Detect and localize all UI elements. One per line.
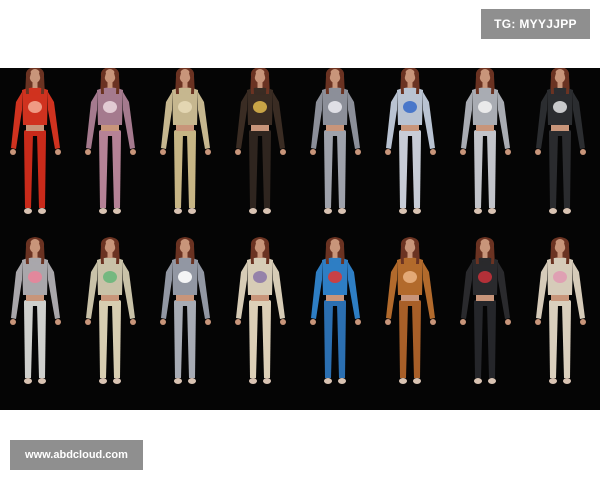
character-figure (235, 68, 286, 214)
character-figure (385, 237, 436, 384)
character-figure (10, 68, 61, 214)
character-figure (460, 68, 511, 214)
outfit-grid (10, 68, 586, 384)
character-figure (535, 68, 586, 214)
website-watermark: www.abdcloud.com (10, 440, 143, 470)
character-figure (10, 237, 61, 384)
outfit-grid-image (0, 68, 600, 410)
character-figure (85, 68, 136, 214)
character-figure (85, 237, 136, 384)
character-figure (310, 68, 361, 214)
character-figure (385, 68, 436, 214)
character-figure (160, 237, 211, 384)
character-figure (535, 237, 586, 384)
character-figure (310, 237, 361, 384)
character-figure (460, 237, 511, 384)
telegram-tag: TG: MYYJJPP (481, 9, 590, 39)
character-figure (160, 68, 211, 214)
character-figure (235, 237, 286, 384)
